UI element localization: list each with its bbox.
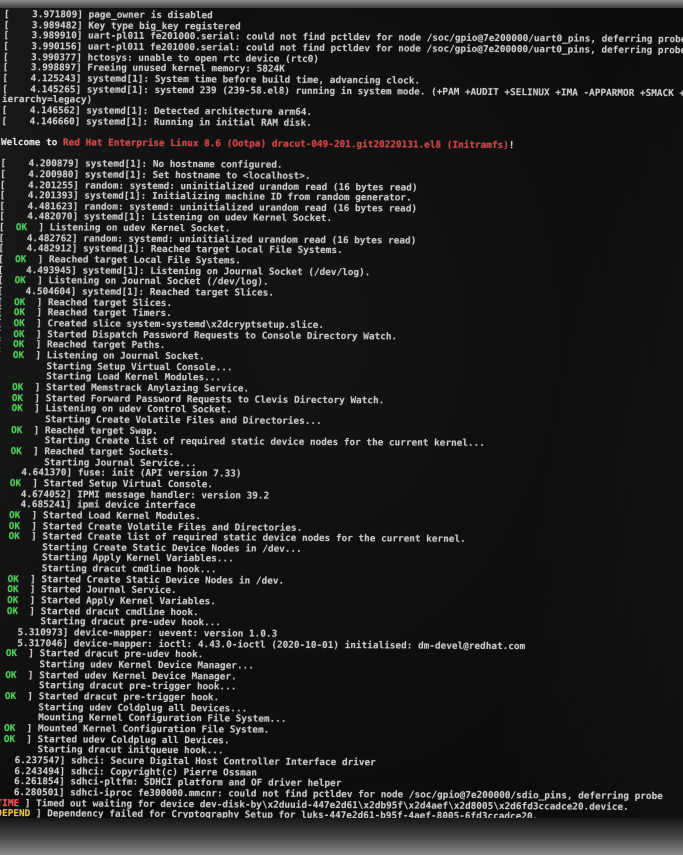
status-ok-label: OK	[10, 445, 22, 458]
console-text: [	[0, 339, 13, 350]
console-text: [	[0, 350, 13, 361]
console-text: [	[0, 478, 10, 489]
console-text: !	[508, 139, 515, 151]
console-text: [	[0, 520, 9, 531]
status-ok-label: OK	[12, 350, 25, 362]
status-ok-label: OK	[8, 531, 20, 543]
monitor-bezel-bottom	[0, 818, 683, 855]
status-ok-label: OK	[5, 648, 18, 660]
console-text: [	[0, 317, 3, 330]
console-text: Welcome to	[0, 136, 64, 149]
status-ok-label: OK	[12, 339, 25, 351]
console-text: [	[0, 254, 4, 266]
status-ok-label: OK	[8, 509, 21, 521]
console-text: Red Hat Enterprise Linux 8.6 (Ootpa) dra…	[62, 137, 510, 151]
status-ok-label: OK	[7, 584, 19, 596]
console-text: [	[0, 446, 11, 457]
status-ok-label: OK	[9, 477, 22, 489]
console-text: [	[0, 307, 3, 319]
monitor-screen: [ 3.971809] page_owner is disabled[ 3.98…	[0, 8, 683, 820]
console-text: [	[0, 222, 16, 234]
status-ok-label: OK	[11, 382, 24, 394]
console-text: [	[0, 382, 12, 393]
status-ok-label: OK	[13, 307, 26, 319]
console-text: [ 4.146660] systemd[1]: Running in initi…	[1, 115, 312, 129]
status-ok-label: OK	[8, 520, 21, 532]
console-text: [	[0, 425, 11, 436]
status-ok-label: OK	[6, 595, 19, 607]
status-ok-label: OK	[4, 691, 17, 703]
status-ok-label: OK	[11, 403, 23, 415]
status-ok-label: OK	[3, 722, 16, 735]
console-text: [	[0, 403, 12, 414]
status-timeout-label: TIME	[0, 797, 20, 809]
status-ok-label: OK	[15, 222, 28, 234]
status-ok-label: OK	[13, 318, 25, 330]
status-ok-label: OK	[14, 275, 26, 287]
console-text: [	[0, 275, 4, 287]
boot-console-log: [ 3.971809] page_owner is disabled[ 3.98…	[0, 9, 683, 820]
status-ok-label: OK	[10, 424, 23, 436]
status-ok-label: OK	[14, 254, 27, 266]
console-text: [	[0, 510, 9, 521]
console-text: [	[0, 531, 9, 542]
